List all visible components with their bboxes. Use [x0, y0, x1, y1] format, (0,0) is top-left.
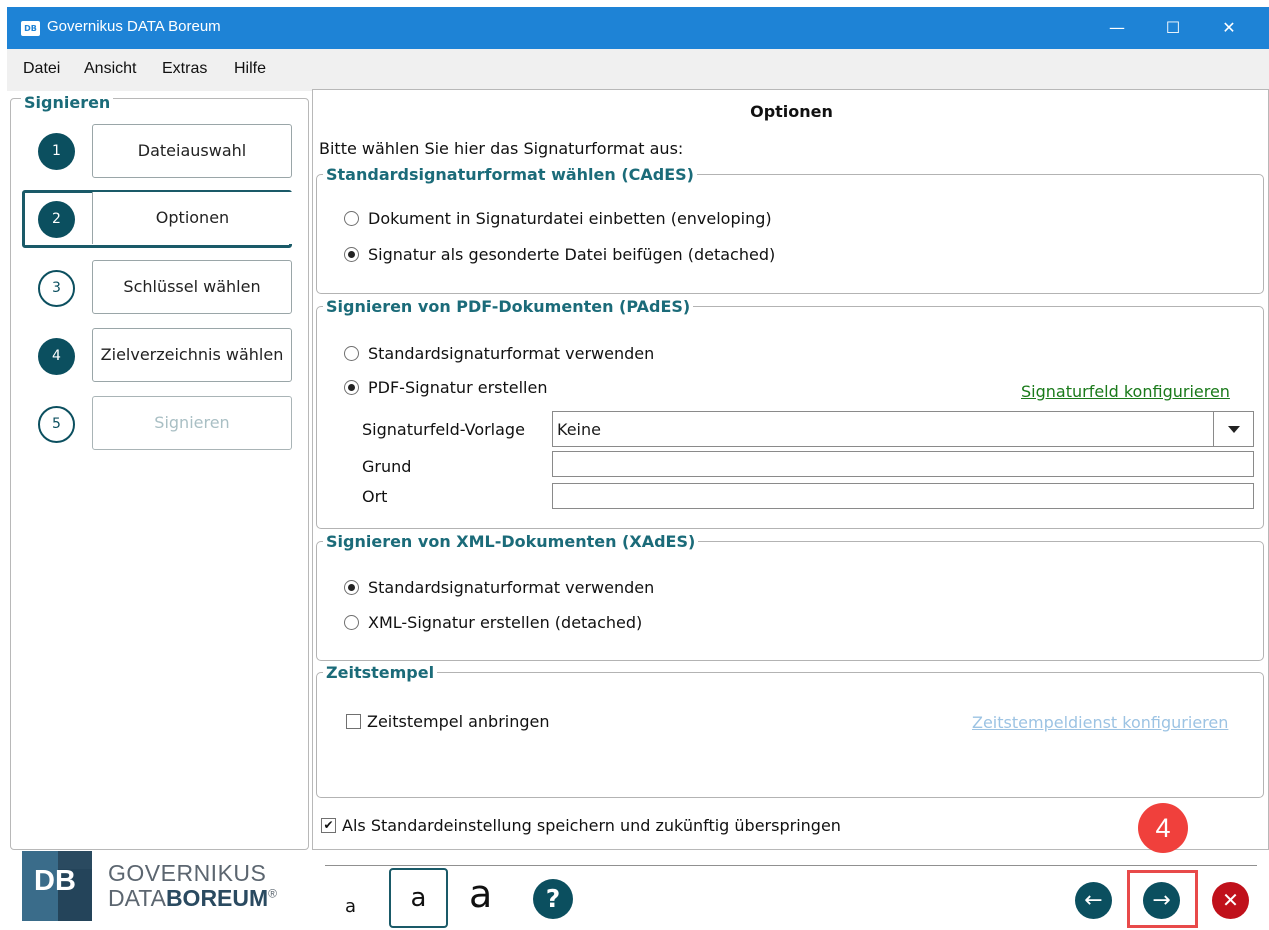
menu-datei[interactable]: Datei [23, 60, 60, 78]
chevron-down-icon[interactable] [1213, 412, 1253, 446]
zeitstempeldienst-konfigurieren-link: Zeitstempeldienst konfigurieren [972, 713, 1229, 732]
save-default-option[interactable]: ✔ Als Standardeinstellung speichern und … [321, 816, 841, 835]
steps-sidebar: Signieren 1 Dateiauswahl 2 Optionen 3 Sc… [10, 93, 309, 850]
font-size-small-button[interactable]: a [345, 896, 356, 917]
menu-extras[interactable]: Extras [162, 60, 207, 78]
timestamp-label: Zeitstempel anbringen [367, 712, 550, 731]
cades-detached-option[interactable]: Signatur als gesonderte Datei beifügen (… [344, 245, 775, 264]
cades-legend: Standardsignaturformat wählen (CAdES) [323, 165, 697, 184]
radio-button[interactable] [344, 211, 359, 226]
step-5-number: 5 [38, 406, 75, 443]
app-logo-icon: DB [21, 21, 40, 36]
step-signieren-button: Signieren [92, 396, 292, 450]
cancel-icon[interactable]: ✕ [1212, 882, 1249, 919]
help-icon[interactable]: ? [533, 879, 573, 919]
timestamp-checkbox[interactable] [346, 714, 361, 729]
cades-group: Standardsignaturformat wählen (CAdES) Do… [316, 165, 1264, 294]
xades-standard-label: Standardsignaturformat verwenden [368, 578, 655, 597]
cades-enveloping-label: Dokument in Signaturdatei einbetten (env… [368, 209, 772, 228]
step-3-number: 3 [38, 270, 75, 307]
template-value: Keine [557, 420, 601, 439]
step-4-number: 4 [38, 338, 75, 375]
save-default-checkbox[interactable]: ✔ [321, 818, 336, 833]
xades-standard-option[interactable]: Standardsignaturformat verwenden [344, 578, 654, 597]
location-label: Ort [362, 487, 388, 506]
radio-button-selected[interactable] [344, 380, 359, 395]
menu-ansicht[interactable]: Ansicht [84, 60, 136, 78]
timestamp-legend: Zeitstempel [323, 663, 438, 682]
radio-button[interactable] [344, 615, 359, 630]
window-title: Governikus DATA Boreum [47, 18, 221, 35]
step-dateiauswahl-button[interactable]: Dateiauswahl [92, 124, 292, 178]
radio-button[interactable] [344, 346, 359, 361]
cades-detached-label: Signatur als gesonderte Datei beifügen (… [368, 245, 776, 264]
signaturfeld-konfigurieren-link[interactable]: Signaturfeld konfigurieren [1021, 382, 1230, 401]
options-panel: Optionen Bitte wählen Sie hier das Signa… [312, 89, 1269, 850]
pades-create-label: PDF-Signatur erstellen [368, 378, 548, 397]
sidebar-legend: Signieren [21, 93, 114, 112]
font-size-medium-button[interactable]: a [389, 868, 448, 928]
reason-field[interactable] [552, 451, 1254, 477]
xades-detached-option[interactable]: XML-Signatur erstellen (detached) [344, 613, 642, 632]
save-default-label: Als Standardeinstellung speichern und zu… [342, 816, 841, 835]
timestamp-group: Zeitstempel Zeitstempel anbringen Zeitst… [316, 663, 1264, 798]
template-select[interactable]: Keine [552, 411, 1254, 447]
location-field[interactable] [552, 483, 1254, 509]
governikus-logo-icon: DB [22, 851, 92, 921]
cades-enveloping-option[interactable]: Dokument in Signaturdatei einbetten (env… [344, 209, 772, 228]
xades-detached-label: XML-Signatur erstellen (detached) [368, 613, 643, 632]
reason-label: Grund [362, 457, 412, 476]
brand-line-2: DATABOREUM® [108, 885, 278, 911]
radio-button-selected[interactable] [344, 580, 359, 595]
xades-legend: Signieren von XML-Dokumenten (XAdES) [323, 532, 699, 551]
step-1-number: 1 [38, 133, 75, 170]
page-title: Optionen [750, 102, 833, 121]
font-size-large-button[interactable]: a [469, 872, 492, 916]
maximize-button[interactable]: ☐ [1145, 7, 1201, 49]
brand-line-1: GOVERNIKUS [108, 860, 267, 886]
back-arrow-icon[interactable]: ← [1075, 882, 1112, 919]
close-window-button[interactable]: ✕ [1201, 7, 1257, 49]
title-bar: DB Governikus DATA Boreum — ☐ ✕ [7, 7, 1269, 49]
step-badge: 4 [1138, 803, 1188, 853]
step-2-number: 2 [38, 201, 75, 238]
intro-text: Bitte wählen Sie hier das Signaturformat… [319, 139, 684, 158]
step-zielverzeichnis-button[interactable]: Zielverzeichnis wählen [92, 328, 292, 382]
radio-button-selected[interactable] [344, 247, 359, 262]
pades-legend: Signieren von PDF-Dokumenten (PAdES) [323, 297, 694, 316]
pades-standard-option[interactable]: Standardsignaturformat verwenden [344, 344, 654, 363]
menu-bar: Datei Ansicht Extras Hilfe [7, 49, 1269, 91]
pades-group: Signieren von PDF-Dokumenten (PAdES) Sta… [316, 297, 1264, 529]
template-label: Signaturfeld-Vorlage [362, 420, 525, 439]
timestamp-option[interactable]: Zeitstempel anbringen [346, 712, 550, 731]
minimize-button[interactable]: — [1089, 7, 1145, 49]
step-optionen-button[interactable]: Optionen [92, 192, 292, 244]
step-schluessel-button[interactable]: Schlüssel wählen [92, 260, 292, 314]
menu-hilfe[interactable]: Hilfe [234, 60, 266, 78]
xades-group: Signieren von XML-Dokumenten (XAdES) Sta… [316, 532, 1264, 661]
pades-standard-label: Standardsignaturformat verwenden [368, 344, 655, 363]
pades-create-option[interactable]: PDF-Signatur erstellen [344, 378, 547, 397]
toolbar-divider [325, 865, 1257, 866]
next-arrow-icon[interactable]: → [1143, 882, 1180, 919]
